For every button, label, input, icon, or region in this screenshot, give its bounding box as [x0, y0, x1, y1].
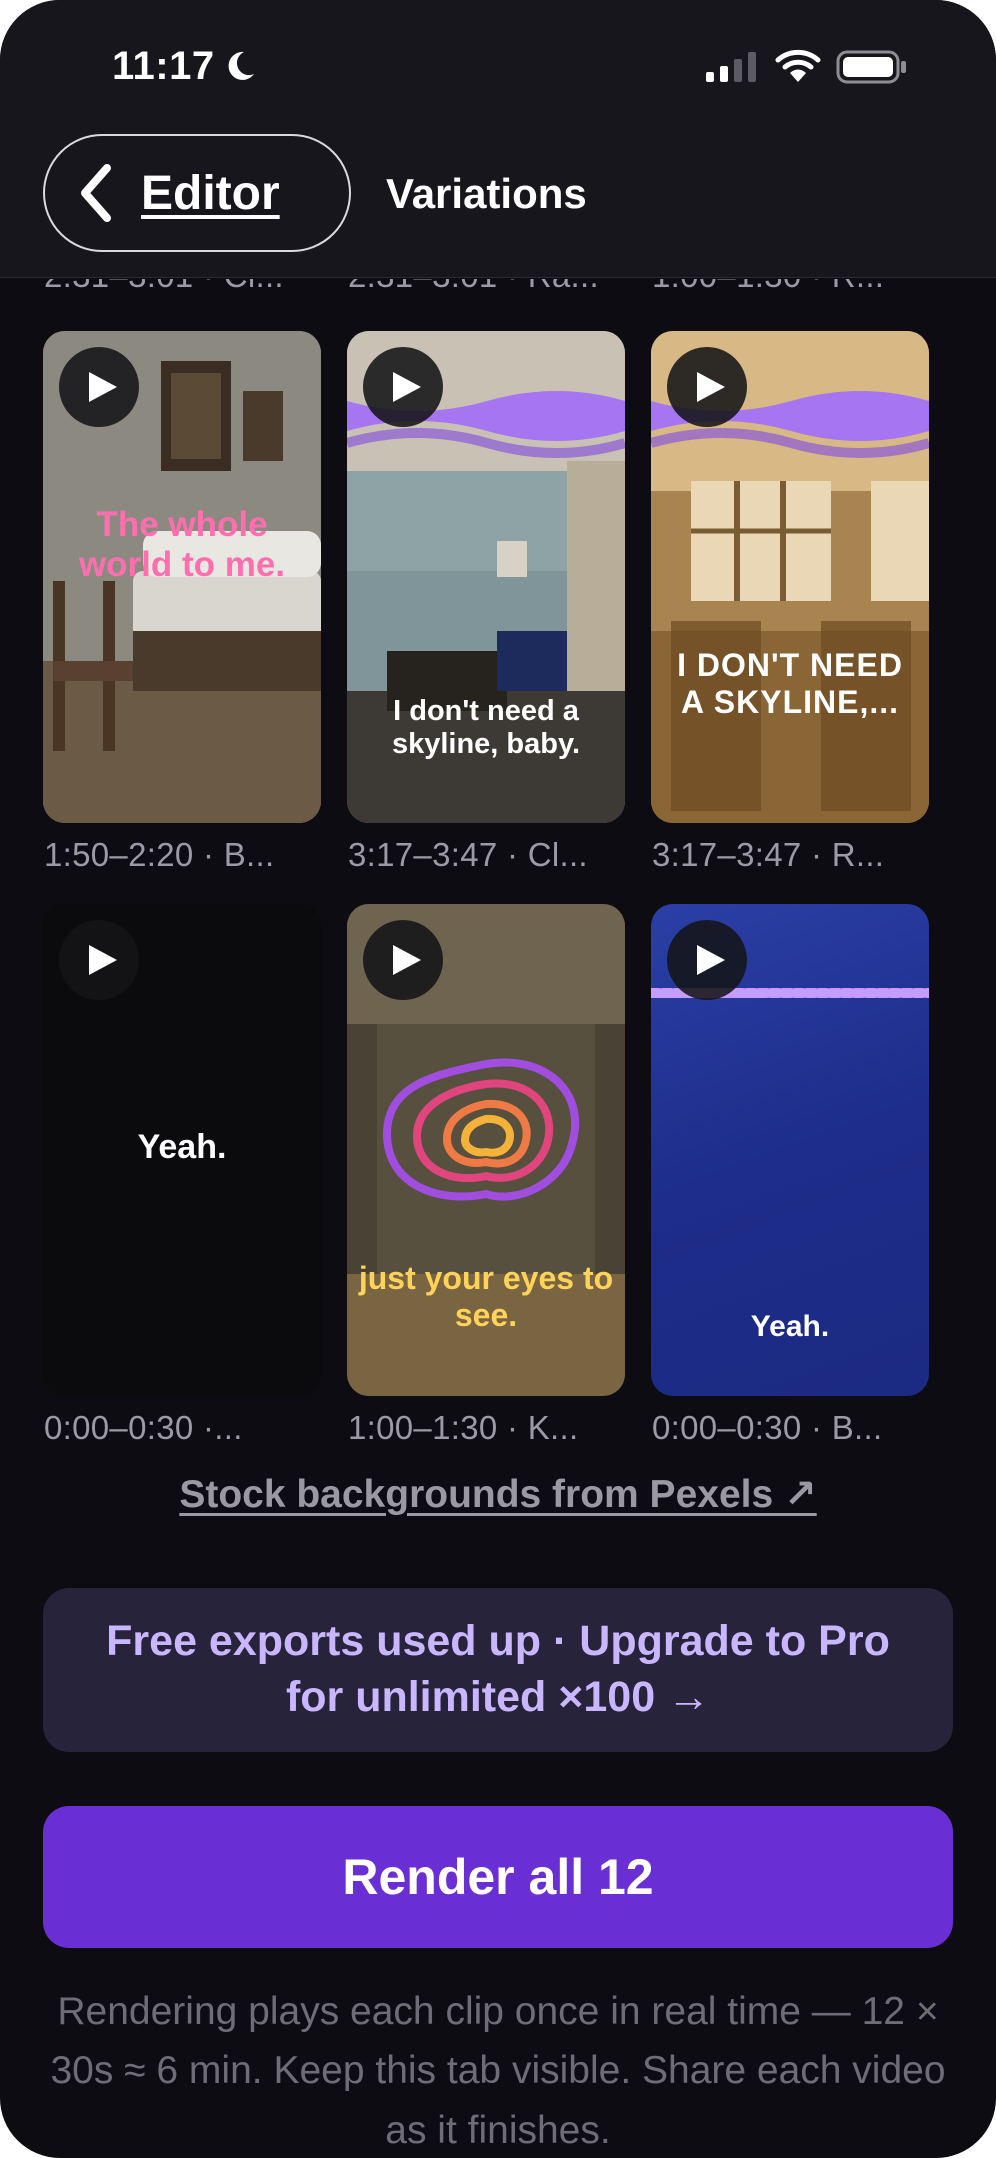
moon-icon	[228, 51, 254, 80]
battery-icon	[836, 50, 906, 84]
variation-overlay-text: Yeah.	[137, 1128, 227, 1166]
render-info-text: Rendering plays each clip once in real t…	[50, 1990, 946, 2152]
cellular-signal-icon	[706, 52, 756, 82]
play-icon	[88, 945, 117, 975]
variation-overlay-text: Yeah.	[750, 1310, 830, 1343]
play-button[interactable]	[667, 920, 747, 1000]
render-all-button[interactable]: Render all 12	[43, 1806, 953, 1948]
variation-caption: 1:00–1:30 · K...	[348, 1409, 579, 1446]
status-bar: 11:17	[0, 0, 996, 130]
variation-caption: 3:17–3:47 · R...	[652, 836, 885, 873]
variation-card[interactable]: Yeah.	[43, 904, 321, 1396]
variation-card[interactable]: Yeah.	[651, 904, 929, 1396]
play-icon	[392, 945, 421, 975]
variation-card[interactable]: The whole world to me.	[43, 331, 321, 823]
upgrade-banner[interactable]: Free exports used up · Upgrade to Pro fo…	[43, 1588, 953, 1752]
app-screen: 11:17 Editor Variations The whole world …	[0, 0, 996, 2158]
status-time: 11:17	[112, 44, 215, 88]
nav-bar: Editor Variations	[0, 130, 996, 278]
variation-caption: 1:00–1:30 · R...	[652, 279, 884, 295]
play-icon	[392, 372, 421, 402]
play-button[interactable]	[59, 347, 139, 427]
variation-overlay-text: I don't need a skyline, baby.	[391, 695, 581, 761]
variation-overlay-text: The whole world to me.	[78, 505, 286, 585]
chevron-left-icon	[81, 164, 111, 222]
play-icon	[696, 372, 725, 402]
variation-caption: 0:00–0:30 ·...	[44, 1409, 243, 1446]
play-button[interactable]	[363, 920, 443, 1000]
variation-caption: 3:17–3:47 · Cl...	[348, 836, 588, 873]
variation-card[interactable]: I DON'T NEED A SKYLINE,...	[651, 331, 929, 823]
play-icon	[88, 372, 117, 402]
page-title: Variations	[386, 170, 587, 217]
variation-card[interactable]: I don't need a skyline, baby.	[347, 331, 625, 823]
variation-overlay-text: just your eyes to see.	[358, 1260, 614, 1333]
variation-caption: 1:50–2:20 · B...	[44, 836, 275, 873]
pexels-link[interactable]: Stock backgrounds from Pexels ↗	[0, 1472, 996, 1517]
play-button[interactable]	[363, 347, 443, 427]
back-to-editor-button[interactable]: Editor	[43, 134, 351, 252]
variation-caption: 0:00–0:30 · B...	[652, 1409, 883, 1446]
previous-row-captions: 2:31–3:01 · Cl... 2:31–3:01 · Ra... 1:00…	[0, 279, 996, 301]
back-label: Editor	[141, 166, 280, 220]
variation-caption: 2:31–3:01 · Ra...	[348, 279, 599, 295]
wifi-icon	[775, 49, 821, 82]
play-icon	[696, 945, 725, 975]
variation-caption: 2:31–3:01 · Cl...	[44, 279, 284, 295]
play-button[interactable]	[667, 347, 747, 427]
variation-overlay-text: I DON'T NEED A SKYLINE,...	[677, 647, 903, 720]
variation-card[interactable]: just your eyes to see.	[347, 904, 625, 1396]
play-button[interactable]	[59, 920, 139, 1000]
